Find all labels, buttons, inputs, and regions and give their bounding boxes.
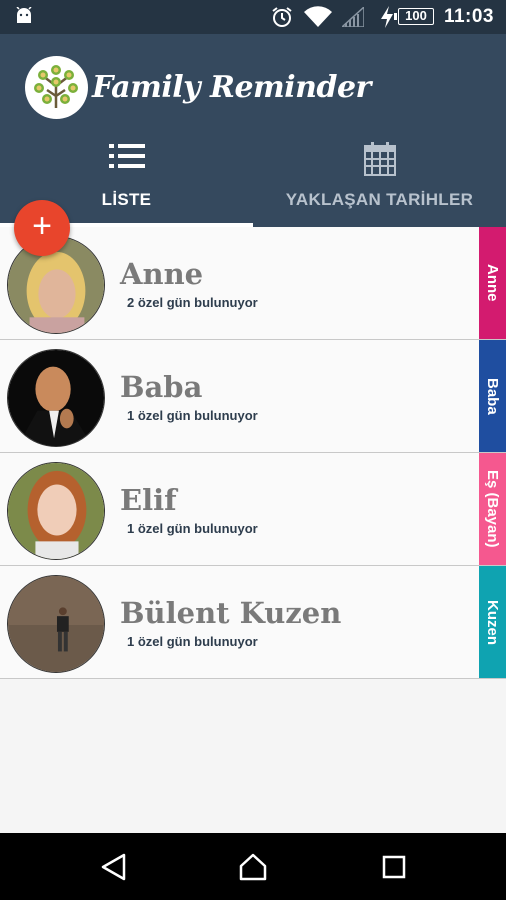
recents-icon[interactable] bbox=[381, 853, 407, 881]
contact-name: Elif bbox=[120, 483, 177, 517]
calendar-icon bbox=[363, 142, 396, 176]
special-day-count: 1 özel gün bulunuyor bbox=[127, 521, 258, 536]
list-item[interactable]: Baba 1 özel gün bulunuyor Baba bbox=[0, 340, 506, 453]
battery-icon: 100 bbox=[394, 8, 434, 25]
contact-name: Baba bbox=[120, 370, 203, 404]
special-day-count: 2 özel gün bulunuyor bbox=[127, 295, 258, 310]
contact-name: Anne bbox=[120, 257, 204, 291]
list-item[interactable]: Bülent Kuzen 1 özel gün bulunuyor Kuzen bbox=[0, 566, 506, 679]
app-title: Family Reminder bbox=[92, 70, 371, 105]
add-contact-button[interactable]: + bbox=[14, 200, 70, 256]
signal-icon bbox=[342, 7, 364, 27]
list-item[interactable]: Anne 2 özel gün bulunuyor Anne bbox=[0, 227, 506, 340]
wifi-icon bbox=[304, 6, 332, 28]
tab-yaklasan-tarihler[interactable]: YAKLAŞAN TARİHLER bbox=[253, 134, 506, 227]
alarm-icon bbox=[272, 7, 292, 27]
app-bar: Family Reminder LİSTE YAKLAŞAN TARİHLER bbox=[0, 34, 506, 227]
family-tree-logo-icon bbox=[25, 56, 88, 119]
avatar bbox=[7, 462, 105, 560]
relation-label: Anne bbox=[484, 264, 501, 302]
list-item[interactable]: Elif 1 özel gün bulunuyor Eş (Bayan) bbox=[0, 453, 506, 566]
back-icon[interactable] bbox=[100, 853, 126, 881]
relation-tag: Kuzen bbox=[479, 566, 506, 678]
tab-label: YAKLAŞAN TARİHLER bbox=[285, 190, 474, 209]
special-day-count: 1 özel gün bulunuyor bbox=[127, 408, 258, 423]
relation-label: Kuzen bbox=[484, 599, 501, 645]
navigation-bar bbox=[0, 833, 506, 900]
contact-list: Anne 2 özel gün bulunuyor Anne Baba 1 öz… bbox=[0, 227, 506, 679]
relation-tag: Eş (Bayan) bbox=[479, 453, 506, 565]
relation-label: Baba bbox=[484, 377, 501, 415]
relation-tag: Anne bbox=[479, 227, 506, 339]
relation-label: Eş (Bayan) bbox=[484, 470, 501, 548]
avatar bbox=[7, 349, 105, 447]
avatar bbox=[7, 575, 105, 673]
android-icon bbox=[16, 7, 32, 23]
status-bar: 100 11:03 bbox=[0, 0, 506, 34]
contact-name: Bülent Kuzen bbox=[120, 596, 342, 630]
clock: 11:03 bbox=[443, 6, 494, 27]
list-icon bbox=[108, 144, 145, 168]
home-icon[interactable] bbox=[238, 853, 268, 881]
charging-icon bbox=[381, 6, 393, 28]
relation-tag: Baba bbox=[479, 340, 506, 452]
special-day-count: 1 özel gün bulunuyor bbox=[127, 634, 258, 649]
